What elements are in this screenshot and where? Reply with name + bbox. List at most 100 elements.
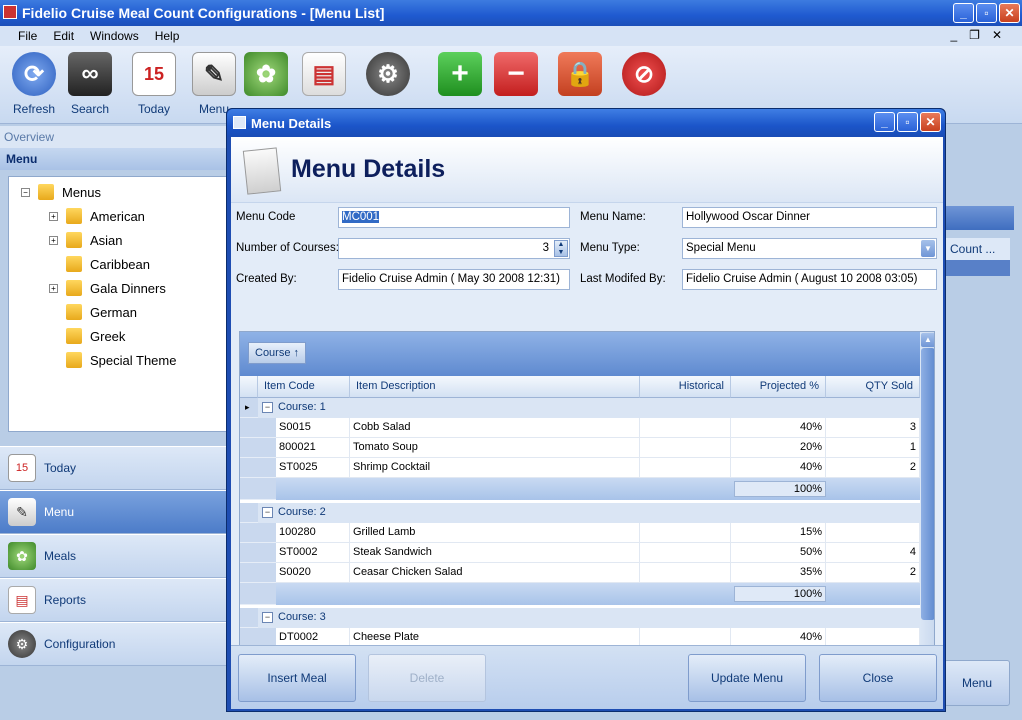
background-selected-row[interactable] (944, 260, 1010, 276)
expand-icon[interactable]: + (49, 235, 58, 245)
cell-desc[interactable]: Tomato Soup (350, 438, 640, 458)
row-selector[interactable] (240, 608, 258, 628)
table-row[interactable]: S0020 Ceasar Chicken Salad 35% 2 (240, 563, 920, 583)
today-button[interactable]: 15 Today (126, 52, 182, 116)
cell-hist[interactable] (640, 458, 731, 478)
group-by-course-button[interactable]: Course ↑ (248, 342, 307, 364)
menu-edit[interactable]: Edit (45, 29, 82, 43)
meals-toolbar-button[interactable]: ✿ (238, 52, 294, 96)
insert-meal-button[interactable]: Insert Meal (238, 654, 356, 702)
table-row[interactable]: ST0002 Steak Sandwich 50% 4 (240, 543, 920, 563)
background-menu-button[interactable]: Menu (944, 660, 1010, 706)
stepper-arrows-icon[interactable]: ▲ ▼ (554, 240, 568, 257)
menu-type-select[interactable]: Special Menu (682, 238, 937, 259)
tree-item-german[interactable]: German (66, 302, 137, 322)
cell-proj[interactable]: 20% (731, 438, 826, 458)
nav-meals[interactable]: ✿ Meals (0, 534, 228, 578)
menu-file[interactable]: File (10, 29, 45, 43)
column-historical[interactable]: Historical (640, 376, 731, 398)
cell-proj[interactable]: 40% (731, 458, 826, 478)
column-item-code[interactable]: Item Code (258, 376, 350, 398)
stop-toolbar-button[interactable]: ⊘ (616, 52, 672, 96)
cell-qty[interactable]: 2 (826, 458, 920, 478)
cell-qty[interactable]: 2 (826, 563, 920, 583)
background-count-column[interactable]: Count ... (944, 238, 1010, 260)
group-header[interactable]: − Course: 1 (258, 398, 920, 418)
reports-toolbar-button[interactable]: ▤ (296, 52, 352, 96)
cell-code[interactable]: ST0025 (276, 458, 350, 478)
tree-item-special-theme[interactable]: Special Theme (66, 350, 176, 370)
column-projected[interactable]: Projected % (731, 376, 826, 398)
cell-code[interactable]: S0020 (276, 563, 350, 583)
column-qty-sold[interactable]: QTY Sold (826, 376, 920, 398)
cell-proj[interactable]: 15% (731, 523, 826, 543)
search-button[interactable]: ∞ Search (62, 52, 118, 116)
menu-help[interactable]: Help (147, 29, 188, 43)
maximize-button[interactable]: ▫ (976, 3, 997, 23)
cell-qty[interactable]: 3 (826, 418, 920, 438)
grid-scrollbar[interactable]: ▲ ▼ (920, 332, 934, 668)
tree-item-caribbean[interactable]: Caribbean (66, 254, 150, 274)
collapse-icon[interactable]: − (21, 187, 30, 197)
cell-desc[interactable]: Shrimp Cocktail (350, 458, 640, 478)
table-row[interactable]: ST0025 Shrimp Cocktail 40% 2 (240, 458, 920, 478)
menu-name-field[interactable]: Hollywood Oscar Dinner (682, 207, 937, 228)
add-toolbar-button[interactable]: + (432, 52, 488, 96)
cell-code[interactable]: ST0002 (276, 543, 350, 563)
close-button[interactable]: ✕ (999, 3, 1020, 23)
cell-proj[interactable]: 35% (731, 563, 826, 583)
close-dialog-button[interactable]: Close (819, 654, 937, 702)
num-courses-stepper[interactable]: 3 (338, 238, 570, 259)
expand-icon[interactable]: + (49, 283, 58, 293)
cell-desc[interactable]: Ceasar Chicken Salad (350, 563, 640, 583)
column-item-description[interactable]: Item Description (350, 376, 640, 398)
dialog-minimize-button[interactable]: _ (874, 112, 895, 132)
scroll-up-icon[interactable]: ▲ (921, 333, 934, 347)
collapse-icon[interactable]: − (262, 402, 273, 413)
collapse-icon[interactable]: − (262, 507, 273, 518)
last-modified-field[interactable]: Fidelio Cruise Admin ( August 10 2008 03… (682, 269, 937, 290)
dialog-close-button[interactable]: ✕ (920, 112, 941, 132)
cell-qty[interactable]: 4 (826, 543, 920, 563)
mdi-minimize-icon[interactable]: _ (950, 28, 957, 42)
cell-desc[interactable]: Grilled Lamb (350, 523, 640, 543)
table-row[interactable]: S0015 Cobb Salad 40% 3 (240, 418, 920, 438)
mdi-restore-icon[interactable]: ❐ (969, 28, 980, 42)
cell-desc[interactable]: Cobb Salad (350, 418, 640, 438)
tree-root[interactable]: − Menus (21, 182, 101, 202)
refresh-button[interactable]: ⟳ Refresh (6, 52, 62, 116)
cell-qty[interactable] (826, 523, 920, 543)
row-selector[interactable] (240, 503, 258, 523)
tree-item-greek[interactable]: Greek (66, 326, 125, 346)
cell-proj[interactable]: 50% (731, 543, 826, 563)
group-header[interactable]: − Course: 2 (258, 503, 920, 523)
expand-icon[interactable]: + (49, 211, 58, 221)
menu-toolbar-button[interactable]: ✎ Menu (186, 52, 242, 116)
cell-code[interactable]: 800021 (276, 438, 350, 458)
created-by-field[interactable]: Fidelio Cruise Admin ( May 30 2008 12:31… (338, 269, 570, 290)
update-menu-button[interactable]: Update Menu (688, 654, 806, 702)
remove-toolbar-button[interactable]: − (488, 52, 544, 96)
cell-hist[interactable] (640, 563, 731, 583)
lock-toolbar-button[interactable]: 🔒 (552, 52, 608, 96)
cell-desc[interactable]: Steak Sandwich (350, 543, 640, 563)
cell-qty[interactable]: 1 (826, 438, 920, 458)
dialog-maximize-button[interactable]: ▫ (897, 112, 918, 132)
chevron-down-icon[interactable]: ▼ (921, 240, 935, 257)
scroll-thumb[interactable] (921, 348, 934, 620)
delete-button[interactable]: Delete (368, 654, 486, 702)
collapse-icon[interactable]: − (262, 612, 273, 623)
tree-item-asian[interactable]: + Asian (49, 230, 123, 250)
cell-hist[interactable] (640, 523, 731, 543)
row-selector[interactable]: ▸ (240, 398, 258, 418)
tree-item-american[interactable]: + American (49, 206, 145, 226)
cell-code[interactable]: 100280 (276, 523, 350, 543)
mdi-close-icon[interactable]: ✕ (992, 28, 1002, 42)
cell-hist[interactable] (640, 418, 731, 438)
table-row[interactable]: 800021 Tomato Soup 20% 1 (240, 438, 920, 458)
configuration-toolbar-button[interactable]: ⚙ (360, 52, 416, 96)
table-row[interactable]: 100280 Grilled Lamb 15% (240, 523, 920, 543)
group-header[interactable]: − Course: 3 (258, 608, 920, 628)
cell-hist[interactable] (640, 438, 731, 458)
cell-code[interactable]: S0015 (276, 418, 350, 438)
